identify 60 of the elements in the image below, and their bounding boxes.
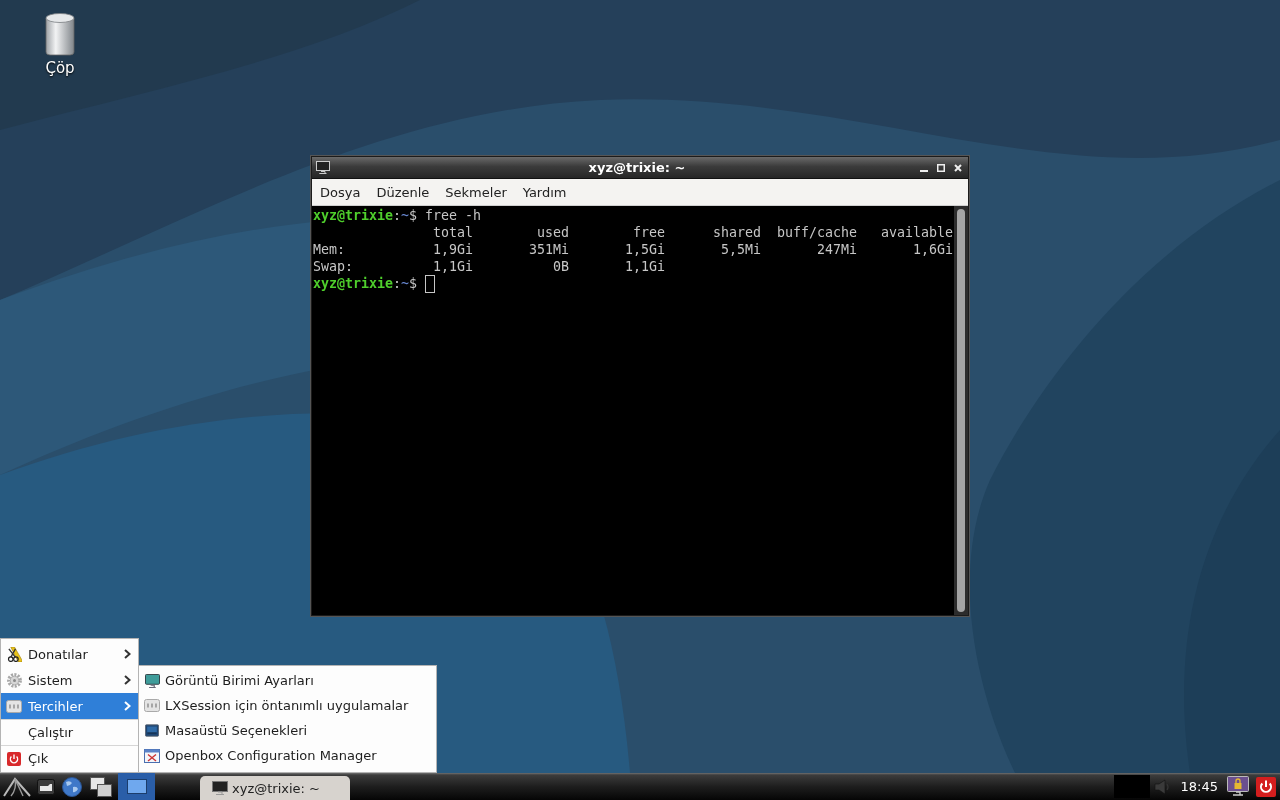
terminal-output-text: 0B — [553, 259, 569, 274]
terminal-output-text: 1,9Gi — [433, 242, 473, 257]
menu-item[interactable]: Tercihler — [1, 693, 138, 719]
shell-command: free -h — [424, 207, 481, 224]
cpu-usage-graph — [1113, 775, 1150, 798]
workspace-icon — [126, 779, 147, 794]
close-icon[interactable] — [954, 163, 962, 172]
workspace-button[interactable] — [118, 773, 155, 800]
shell-prompt: xyz@trixie:~$ — [313, 207, 417, 224]
terminal-output-text: 1,1Gi — [433, 259, 473, 274]
maximize-icon[interactable] — [937, 163, 945, 172]
clock[interactable]: 18:45 — [1180, 779, 1218, 794]
menu-item[interactable]: Görüntü Birimi Ayarları — [139, 668, 436, 693]
menu-item[interactable]: Sistem — [1, 667, 138, 693]
terminal-output-text: 247Mi — [817, 242, 857, 257]
terminal-icon — [316, 161, 330, 174]
terminal-output-text: Mem: — [313, 242, 345, 257]
menu-item[interactable]: Openbox Configuration Manager — [139, 743, 436, 768]
scrollbar[interactable] — [954, 206, 968, 615]
terminal-output-text: 1,5Gi — [625, 242, 665, 257]
terminal-output-text: 351Mi — [529, 242, 569, 257]
terminal-output-text: buff/cache — [777, 225, 857, 240]
power-icon — [1256, 776, 1276, 797]
terminal-output-text: total — [433, 225, 473, 240]
terminal-output-text: 1,6Gi — [913, 242, 953, 257]
desktop-screen-icon — [145, 724, 159, 737]
drawer-icon — [37, 778, 55, 795]
menu-item[interactable]: Donatılar — [1, 641, 138, 667]
terminal-output-text: free — [633, 225, 665, 240]
taskbar-window-button[interactable]: xyz@trixie: ~ — [200, 776, 350, 800]
terminal-output-text: available — [881, 225, 953, 240]
window-title: xyz@trixie: ~ — [587, 160, 687, 175]
window-settings-icon — [144, 748, 160, 763]
gear-icon — [6, 672, 22, 688]
control-panel-icon — [6, 699, 22, 713]
terminal-output-text: shared — [713, 225, 761, 240]
desktop-icon-label[interactable]: Çöp — [45, 59, 75, 77]
terminal-output-text: 5,5Mi — [721, 242, 761, 257]
terminal-output-text: Swap: — [313, 259, 353, 274]
menu-item[interactable]: Çalıştır — [1, 720, 138, 745]
windows-icon — [89, 776, 112, 797]
terminal-output-text: 1,1Gi — [625, 259, 665, 274]
menu-item[interactable]: LXSession için öntanımlı uygulamalar — [139, 693, 436, 718]
menu-bar-item[interactable]: Sekmeler — [437, 182, 515, 202]
menu-item[interactable]: Çık — [1, 746, 138, 771]
menu-item[interactable]: Masaüstü Seçenekleri — [139, 718, 436, 743]
monitor-icon — [144, 673, 160, 688]
terminal-output-text: used — [537, 225, 569, 240]
menu-bar-item[interactable]: Düzenle — [368, 182, 438, 202]
globe-icon — [62, 776, 82, 797]
peak-logo-icon — [3, 776, 31, 797]
scissors-icon — [6, 646, 22, 662]
menu-bar-item[interactable]: Yardım — [514, 182, 575, 202]
control-panel-icon — [144, 699, 160, 712]
shell-prompt: xyz@trixie:~$ — [313, 275, 417, 292]
trash-can-icon[interactable] — [44, 12, 76, 56]
power-icon — [7, 751, 21, 766]
menu-bar-item[interactable]: Dosya — [312, 182, 369, 202]
monitor-icon — [212, 780, 228, 796]
lock-screen-icon — [1227, 776, 1249, 797]
